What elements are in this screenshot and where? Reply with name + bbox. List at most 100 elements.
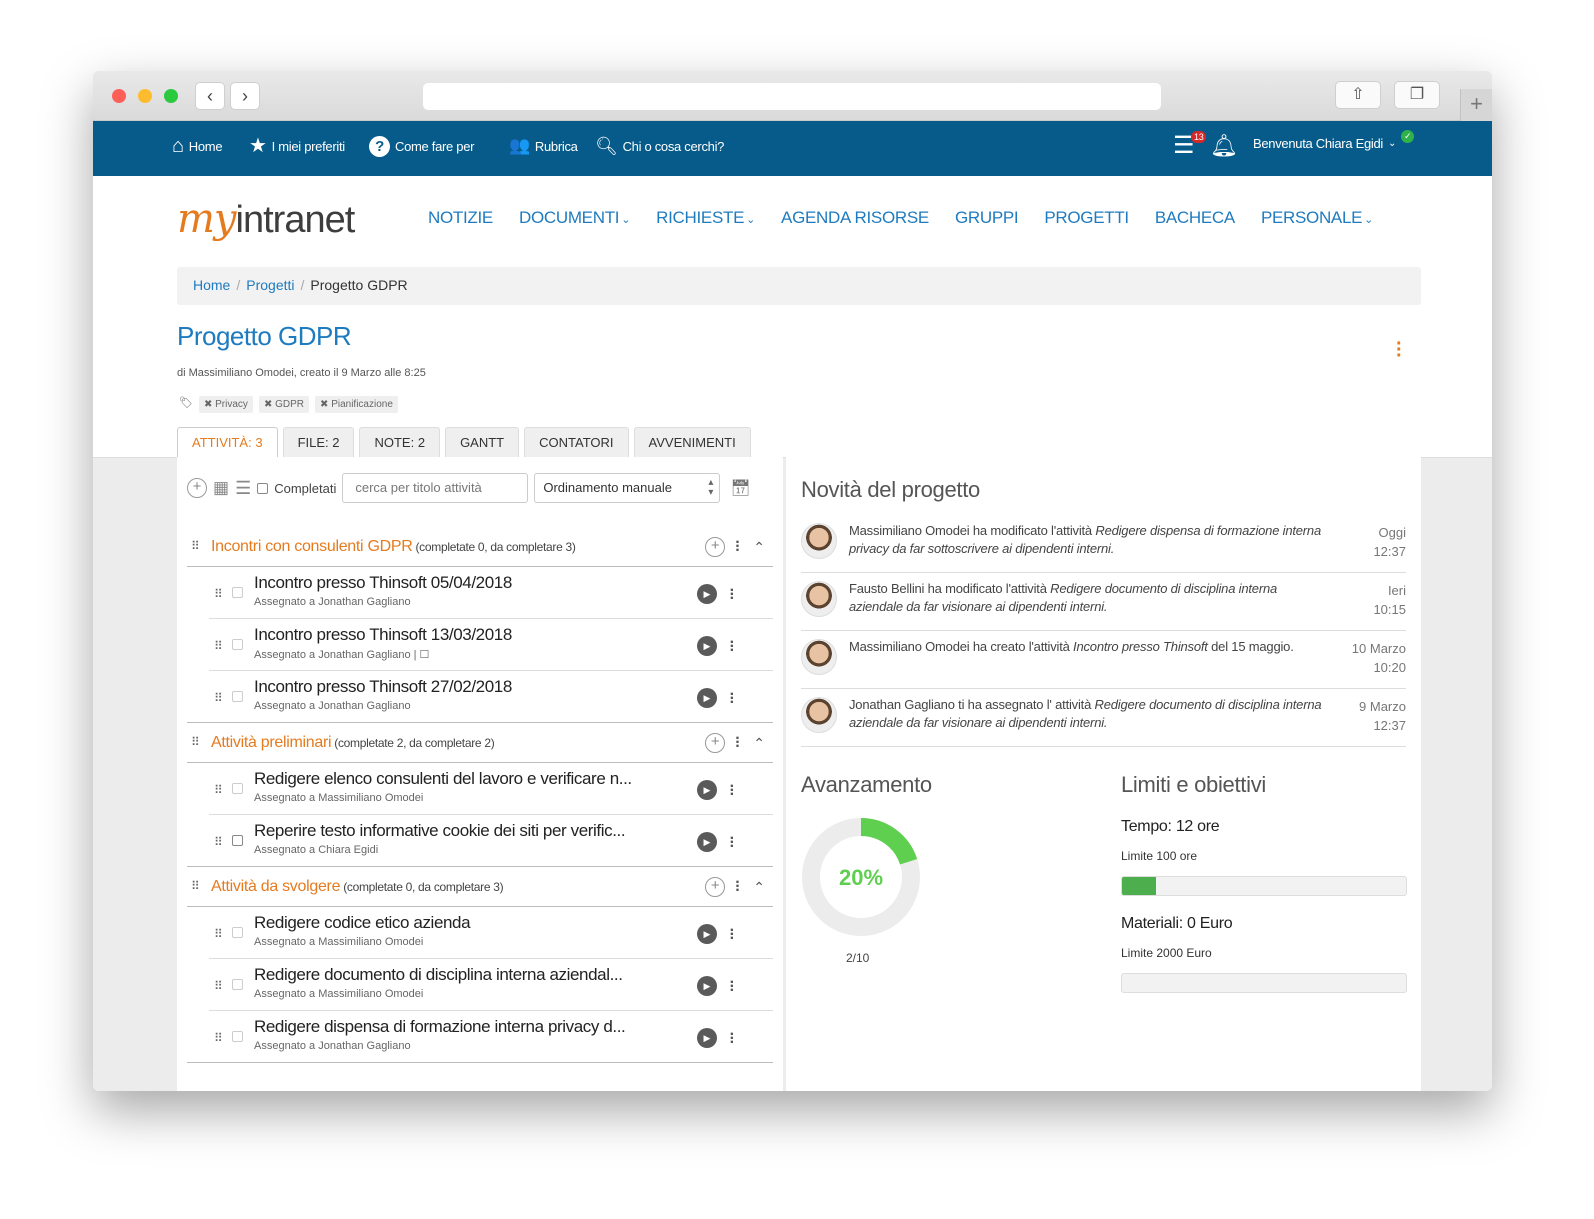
- group-title[interactable]: Attività da svolgere: [211, 878, 340, 895]
- task-checkbox[interactable]: [232, 587, 243, 598]
- drag-handle-icon[interactable]: ⠿: [214, 835, 223, 849]
- play-icon[interactable]: ▶: [697, 636, 717, 656]
- play-icon[interactable]: ▶: [697, 924, 717, 944]
- add-task-icon[interactable]: +: [705, 537, 726, 557]
- user-menu[interactable]: Benvenuta Chiara Egidi ⌄ ✓: [1253, 130, 1415, 151]
- howto-link[interactable]: ? Come fare per: [369, 136, 475, 157]
- breadcrumb-home[interactable]: Home: [193, 277, 230, 293]
- more-vertical-icon[interactable]: · · ·: [730, 687, 735, 711]
- maximize-window-button[interactable]: [164, 89, 178, 103]
- more-vertical-icon[interactable]: · · ·: [730, 583, 735, 607]
- calendar-icon[interactable]: 📅︎: [730, 478, 750, 498]
- tab-note[interactable]: NOTE: 2: [359, 427, 441, 457]
- task-title[interactable]: Redigere documento di disciplina interna…: [254, 965, 623, 985]
- task-title[interactable]: Redigere elenco consulenti del lavoro e …: [254, 769, 632, 789]
- project-menu-icon[interactable]: · · ·: [1396, 334, 1403, 366]
- share-icon[interactable]: ⇧: [1335, 81, 1381, 109]
- task-title[interactable]: Redigere dispensa di formazione interna …: [254, 1017, 626, 1037]
- nav-agenda-risorse[interactable]: AGENDA RISORSE: [781, 208, 929, 228]
- activity-search-input[interactable]: cerca per titolo attività: [342, 473, 529, 503]
- group-title[interactable]: Incontri con consulenti GDPR: [211, 538, 413, 555]
- task-title[interactable]: Incontro presso Thinsoft 27/02/2018: [254, 677, 512, 697]
- chevron-up-icon[interactable]: ⌃: [753, 879, 765, 896]
- more-vertical-icon[interactable]: · · ·: [735, 535, 740, 559]
- drag-handle-icon[interactable]: ⠿: [191, 735, 200, 749]
- news-item[interactable]: Massimiliano Omodei ha modificato l'atti…: [801, 515, 1406, 573]
- tab-avvenimenti[interactable]: AVVENIMENTI: [633, 427, 751, 457]
- task-title[interactable]: Reperire testo informative cookie dei si…: [254, 821, 626, 841]
- tag-pianificazione[interactable]: ✖ Pianificazione: [315, 396, 398, 413]
- nav-personale[interactable]: PERSONALE ⌄: [1261, 208, 1373, 228]
- tasks-button[interactable]: ☰ 13: [1173, 131, 1207, 158]
- tab-contatori[interactable]: CONTATORI: [524, 427, 629, 457]
- tabs-overview-icon[interactable]: ❐: [1394, 81, 1440, 109]
- task-title[interactable]: Incontro presso Thinsoft 13/03/2018: [254, 625, 512, 645]
- task-row[interactable]: ⠿ Reperire testo informative cookie dei …: [187, 815, 773, 867]
- play-icon[interactable]: ▶: [697, 976, 717, 996]
- nav-bacheca[interactable]: BACHECA: [1155, 208, 1235, 228]
- search-link[interactable]: 🔍︎ Chi o cosa cerchi?: [595, 136, 724, 156]
- drag-handle-icon[interactable]: ⠿: [214, 691, 223, 705]
- add-task-icon[interactable]: +: [705, 877, 726, 897]
- drag-handle-icon[interactable]: ⠿: [214, 927, 223, 941]
- chevron-up-icon[interactable]: ⌃: [753, 735, 765, 752]
- drag-handle-icon[interactable]: ⠿: [214, 979, 223, 993]
- news-item[interactable]: Massimiliano Omodei ha creato l'attività…: [801, 631, 1406, 689]
- drag-handle-icon[interactable]: ⠿: [191, 879, 200, 893]
- task-checkbox[interactable]: [232, 979, 243, 990]
- breadcrumb-progetti[interactable]: Progetti: [246, 277, 294, 293]
- more-vertical-icon[interactable]: · · ·: [730, 635, 735, 659]
- rubrica-link[interactable]: 👥 Rubrica: [509, 136, 578, 156]
- group-title[interactable]: Attività preliminari: [211, 734, 332, 751]
- tag-privacy[interactable]: ✖ Privacy: [198, 396, 253, 413]
- task-checkbox[interactable]: [232, 691, 243, 702]
- task-row[interactable]: ⠿ Incontro presso Thinsoft 05/04/2018 As…: [209, 567, 773, 619]
- new-tab-button[interactable]: +: [1460, 89, 1492, 121]
- sort-select[interactable]: Ordinamento manuale ▴ ▾: [534, 473, 721, 503]
- task-row[interactable]: ⠿ Redigere documento di disciplina inter…: [209, 959, 773, 1011]
- minimize-window-button[interactable]: [138, 89, 152, 103]
- nav-richieste[interactable]: RICHIESTE ⌄: [656, 208, 755, 228]
- task-row[interactable]: ⠿ Redigere codice etico azienda Assegnat…: [209, 907, 773, 959]
- back-button[interactable]: ‹: [195, 82, 225, 110]
- drag-handle-icon[interactable]: ⠿: [214, 783, 223, 797]
- chevron-up-icon[interactable]: ⌃: [753, 539, 765, 556]
- more-vertical-icon[interactable]: · · ·: [735, 731, 740, 755]
- nav-gruppi[interactable]: GRUPPI: [955, 208, 1019, 228]
- drag-handle-icon[interactable]: ⠿: [191, 539, 200, 553]
- forward-button[interactable]: ›: [230, 82, 260, 110]
- completed-checkbox[interactable]: [257, 482, 269, 494]
- tag-gdpr[interactable]: ✖ GDPR: [258, 396, 310, 413]
- tab-gantt[interactable]: GANTT: [445, 427, 520, 457]
- task-row[interactable]: ⠿ Redigere elenco consulenti del lavoro …: [209, 763, 773, 815]
- grid-view-icon[interactable]: ▦: [213, 478, 229, 498]
- tab-file[interactable]: FILE: 2: [282, 427, 355, 457]
- task-checkbox[interactable]: [232, 1031, 243, 1042]
- play-icon[interactable]: ▶: [697, 832, 717, 852]
- favorites-link[interactable]: ★ I miei preferiti: [249, 136, 345, 156]
- tab-attivita[interactable]: ATTIVITÀ: 3: [177, 427, 278, 457]
- task-checkbox[interactable]: [232, 835, 243, 846]
- url-bar[interactable]: [423, 83, 1161, 110]
- task-checkbox[interactable]: [232, 927, 243, 938]
- nav-notizie[interactable]: NOTIZIE: [428, 208, 493, 228]
- close-window-button[interactable]: [112, 89, 126, 103]
- more-vertical-icon[interactable]: · · ·: [730, 1027, 735, 1051]
- task-title[interactable]: Incontro presso Thinsoft 05/04/2018: [254, 573, 512, 593]
- task-checkbox[interactable]: [232, 639, 243, 650]
- drag-handle-icon[interactable]: ⠿: [214, 639, 223, 653]
- task-checkbox[interactable]: [232, 783, 243, 794]
- news-item[interactable]: Fausto Bellini ha modificato l'attività …: [801, 573, 1406, 631]
- play-icon[interactable]: ▶: [697, 584, 717, 604]
- nav-progetti[interactable]: PROGETTI: [1044, 208, 1129, 228]
- play-icon[interactable]: ▶: [697, 780, 717, 800]
- myintranet-logo[interactable]: myintranet: [177, 196, 355, 242]
- more-vertical-icon[interactable]: · · ·: [730, 923, 735, 947]
- play-icon[interactable]: ▶: [697, 1028, 717, 1048]
- task-row[interactable]: ⠿ Redigere dispensa di formazione intern…: [187, 1011, 773, 1063]
- nav-documenti[interactable]: DOCUMENTI ⌄: [519, 208, 630, 228]
- add-activity-icon[interactable]: +: [187, 478, 207, 498]
- play-icon[interactable]: ▶: [697, 688, 717, 708]
- task-row[interactable]: ⠿ Incontro presso Thinsoft 13/03/2018 As…: [209, 619, 773, 671]
- home-link[interactable]: ⌂ Home: [172, 136, 223, 156]
